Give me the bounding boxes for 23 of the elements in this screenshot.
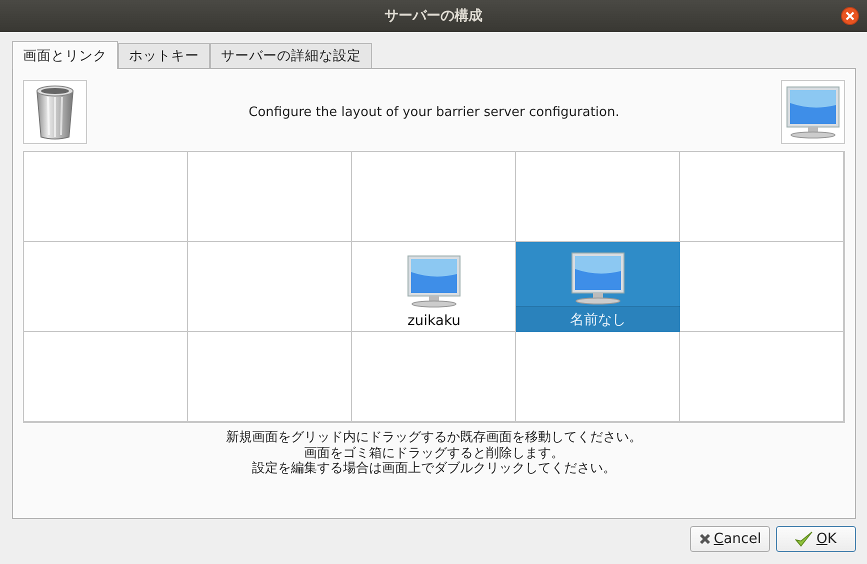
instruction-text: 新規画面をグリッド内にドラッグするか既存画面を移動してください。	[226, 430, 642, 446]
screen-name: zuikaku	[406, 312, 462, 331]
instruction-text: 画面をゴミ箱にドラッグすると削除します。	[304, 446, 564, 461]
monitor-icon	[570, 250, 626, 306]
tab[interactable]: ホットキー	[118, 43, 210, 68]
header-text: Configure the layout of your barrier server configuration.	[248, 104, 620, 120]
monitor-icon	[785, 85, 841, 139]
cross-icon	[698, 533, 711, 545]
screen-tile[interactable]: 名前なし	[516, 242, 680, 332]
close-icon[interactable]	[841, 7, 859, 25]
new-screen-button[interactable]	[781, 80, 845, 144]
tab[interactable]: 画面とリンク	[12, 41, 118, 69]
cancel-button[interactable]: Cancel	[690, 526, 770, 552]
tab[interactable]: サーバーの詳細な設定	[210, 43, 372, 68]
trash-button[interactable]	[23, 80, 87, 144]
monitor-icon	[406, 253, 462, 309]
trash-can-icon	[34, 83, 76, 141]
ok-button[interactable]: OK	[776, 526, 856, 552]
check-icon	[795, 531, 814, 547]
window-title: サーバーの構成	[384, 7, 482, 25]
screen-tile[interactable]: zuikaku	[352, 242, 516, 332]
screen-name: 名前なし	[516, 306, 680, 332]
instruction-text: 設定を編集する場合は画面上でダブルクリックしてください。	[252, 461, 616, 476]
